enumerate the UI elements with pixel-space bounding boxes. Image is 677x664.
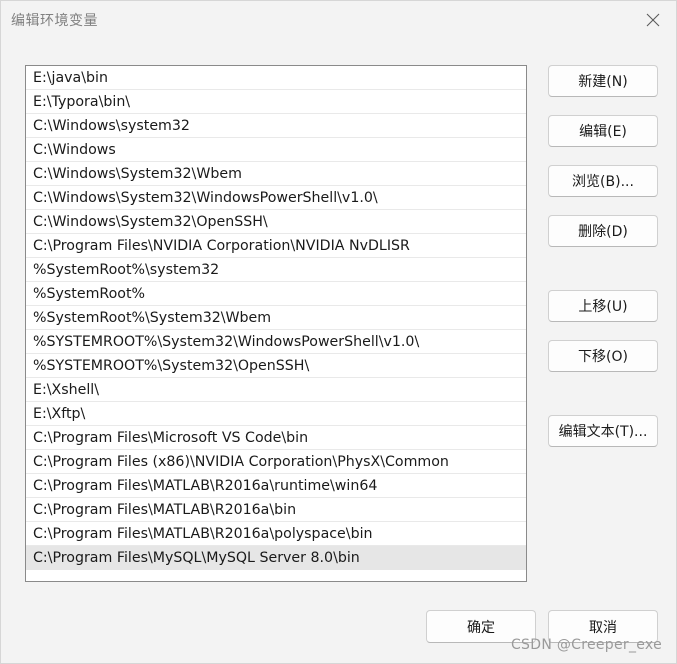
list-item[interactable]: C:\Program Files\Microsoft VS Code\bin [26, 426, 526, 450]
path-list[interactable]: E:\java\bin E:\Typora\bin\ C:\Windows\syst… [25, 65, 527, 582]
move-up-button[interactable]: 上移(U) [548, 290, 658, 322]
list-item[interactable]: C:\Windows [26, 138, 526, 162]
list-item[interactable]: E:\Xshell\ [26, 378, 526, 402]
list-item[interactable]: E:\Xftp\ [26, 402, 526, 426]
new-button[interactable]: 新建(N) [548, 65, 658, 97]
list-item[interactable]: C:\Windows\System32\OpenSSH\ [26, 210, 526, 234]
list-item[interactable]: %SYSTEMROOT%\System32\OpenSSH\ [26, 354, 526, 378]
edit-env-var-dialog: 编辑环境变量 E:\java\bin E:\Typora\bin\ C:\Windo… [0, 0, 677, 664]
list-item[interactable]: %SystemRoot%\system32 [26, 258, 526, 282]
close-button[interactable] [638, 5, 668, 35]
watermark: CSDN @Creeper_exe [510, 637, 662, 653]
move-down-button[interactable]: 下移(O) [548, 340, 658, 372]
list-item[interactable]: C:\Program Files\MATLAB\R2016a\bin [26, 498, 526, 522]
list-item[interactable]: C:\Windows\system32 [26, 114, 526, 138]
list-item[interactable]: C:\Program Files\MATLAB\R2016a\runtime\w… [26, 474, 526, 498]
close-icon [646, 13, 660, 27]
list-item[interactable]: C:\Program Files (x86)\NVIDIA Corporatio… [26, 450, 526, 474]
edit-text-button[interactable]: 编辑文本(T)... [548, 415, 658, 447]
list-item[interactable]: %SystemRoot% [26, 282, 526, 306]
list-item[interactable]: C:\Windows\System32\Wbem [26, 162, 526, 186]
list-item[interactable]: E:\java\bin [26, 66, 526, 90]
list-item[interactable]: C:\Program Files\NVIDIA Corporation\NVID… [26, 234, 526, 258]
list-item[interactable]: E:\Typora\bin\ [26, 90, 526, 114]
list-item[interactable]: C:\Program Files\MySQL\MySQL Server 8.0\… [26, 546, 526, 570]
list-item[interactable]: C:\Windows\System32\WindowsPowerShell\v1… [26, 186, 526, 210]
browse-button[interactable]: 浏览(B)... [548, 165, 658, 197]
title-bar: 编辑环境变量 [1, 1, 676, 39]
edit-button[interactable]: 编辑(E) [548, 115, 658, 147]
window-title: 编辑环境变量 [11, 13, 98, 29]
list-item[interactable]: C:\Program Files\MATLAB\R2016a\polyspace… [26, 522, 526, 546]
list-item[interactable]: %SYSTEMROOT%\System32\WindowsPowerShell\… [26, 330, 526, 354]
delete-button[interactable]: 删除(D) [548, 215, 658, 247]
list-item[interactable]: %SystemRoot%\System32\Wbem [26, 306, 526, 330]
